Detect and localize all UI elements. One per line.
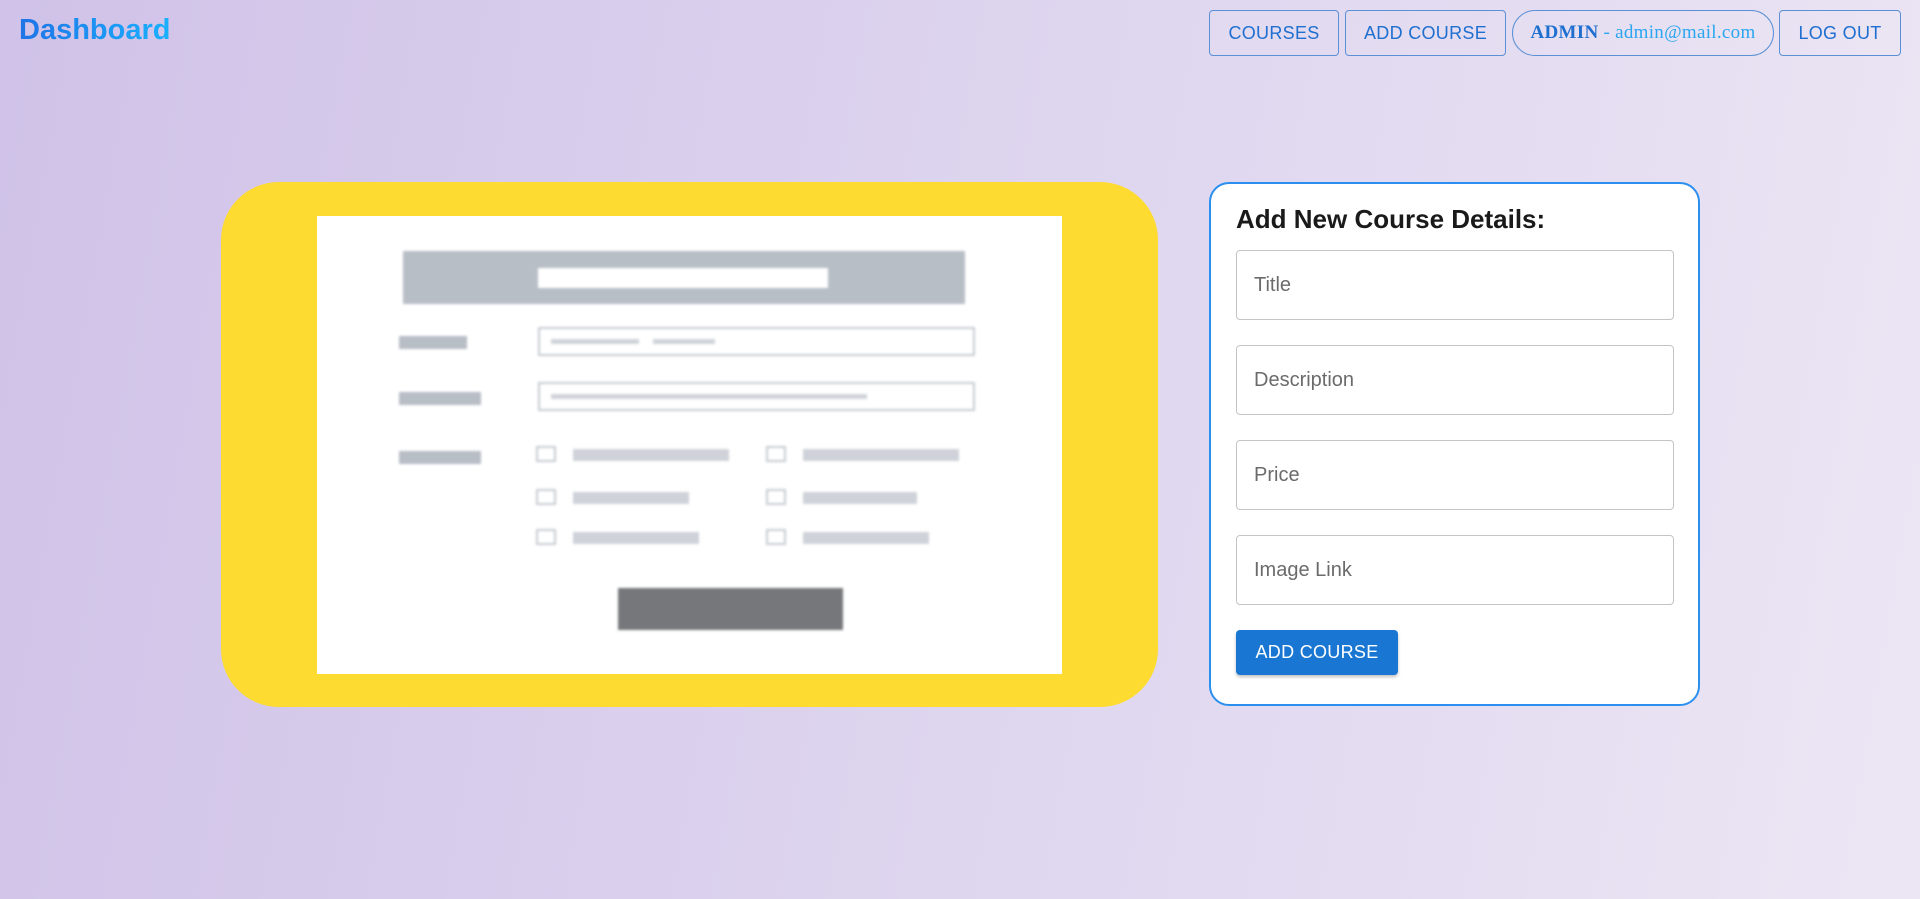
add-course-form-card: Add New Course Details: Title Descriptio… xyxy=(1209,182,1700,706)
image-link-input[interactable]: Image Link xyxy=(1236,535,1674,605)
add-course-nav-button[interactable]: ADD COURSE xyxy=(1345,10,1506,56)
admin-separator: - xyxy=(1603,22,1611,43)
admin-profile-button[interactable]: ADMIN - admin@mail.com xyxy=(1512,10,1774,56)
title-input[interactable]: Title xyxy=(1236,250,1674,320)
price-input[interactable]: Price xyxy=(1236,440,1674,510)
admin-role-label: ADMIN xyxy=(1530,22,1599,43)
blurred-form-icon xyxy=(317,216,1062,674)
add-course-submit-button[interactable]: ADD COURSE xyxy=(1236,630,1398,675)
courses-nav-button[interactable]: COURSES xyxy=(1209,10,1339,56)
illustration-sheet xyxy=(317,216,1062,674)
form-title: Add New Course Details: xyxy=(1236,204,1546,234)
admin-email: admin@mail.com xyxy=(1615,22,1756,43)
form-illustration xyxy=(221,182,1158,707)
logout-button[interactable]: LOG OUT xyxy=(1779,10,1901,56)
description-input[interactable]: Description xyxy=(1236,345,1674,415)
dashboard-brand[interactable]: Dashboard xyxy=(19,14,170,47)
